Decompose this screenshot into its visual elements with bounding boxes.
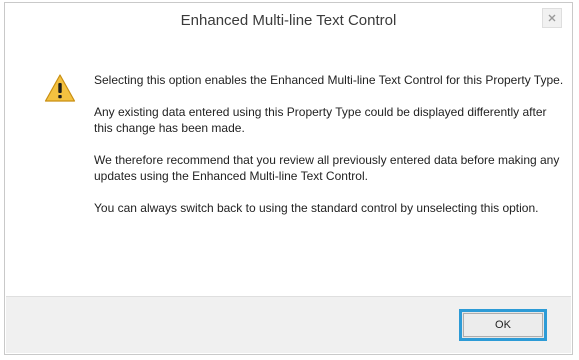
- dialog-title: Enhanced Multi-line Text Control: [180, 12, 397, 29]
- dialog-window: Enhanced Multi-line Text Control Selecti…: [4, 2, 573, 355]
- message-text: Selecting this option enables the Enhanc…: [94, 72, 564, 232]
- ok-button-label: OK: [495, 319, 511, 331]
- message-paragraph-1: Selecting this option enables the Enhanc…: [94, 73, 564, 87]
- ok-button[interactable]: OK: [459, 309, 547, 341]
- close-icon: [548, 14, 556, 22]
- message-paragraph-3: We therefore recommend that you review a…: [94, 153, 560, 183]
- message-paragraph-2: Any existing data entered using this Pro…: [94, 105, 547, 135]
- button-bar: OK: [6, 296, 571, 353]
- message-paragraph-4: You can always switch back to using the …: [94, 201, 539, 215]
- close-button[interactable]: [542, 8, 562, 28]
- warning-icon: [44, 74, 76, 102]
- dialog-content: Selecting this option enables the Enhanc…: [6, 37, 571, 296]
- title-bar[interactable]: Enhanced Multi-line Text Control: [5, 3, 572, 37]
